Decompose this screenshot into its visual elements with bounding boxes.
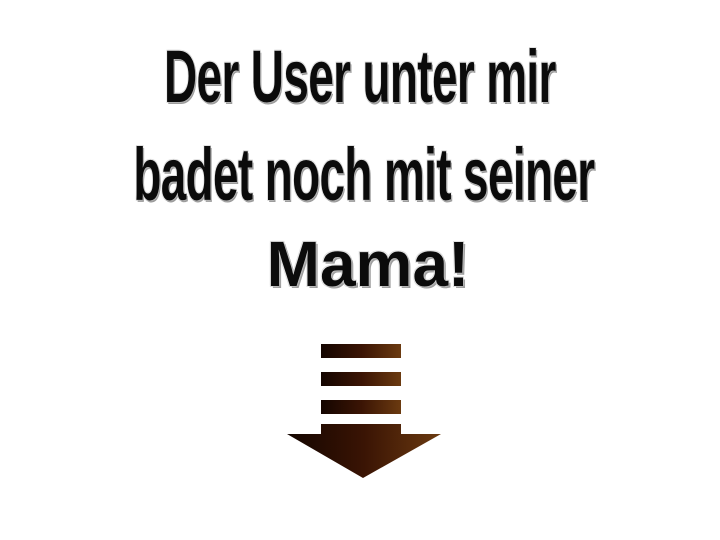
meme-canvas: Der User unter mir badet noch mit seiner… xyxy=(0,0,720,540)
arrow-head xyxy=(287,424,441,478)
arrow-bar-top xyxy=(321,344,401,358)
meme-text-line-3-content: Mama! xyxy=(266,228,470,300)
meme-text-line-1-content: Der User unter mir xyxy=(164,35,556,118)
meme-text-line-2: badet noch mit seiner xyxy=(0,138,712,212)
down-arrow-icon xyxy=(283,340,443,480)
meme-text-line-3: Mama! xyxy=(8,232,720,296)
arrow-bar-lower xyxy=(321,400,401,414)
meme-text-line-1: Der User unter mir xyxy=(0,40,720,114)
arrow-bar-middle xyxy=(321,372,401,386)
meme-text-line-2-content: badet noch mit seiner xyxy=(133,133,595,216)
